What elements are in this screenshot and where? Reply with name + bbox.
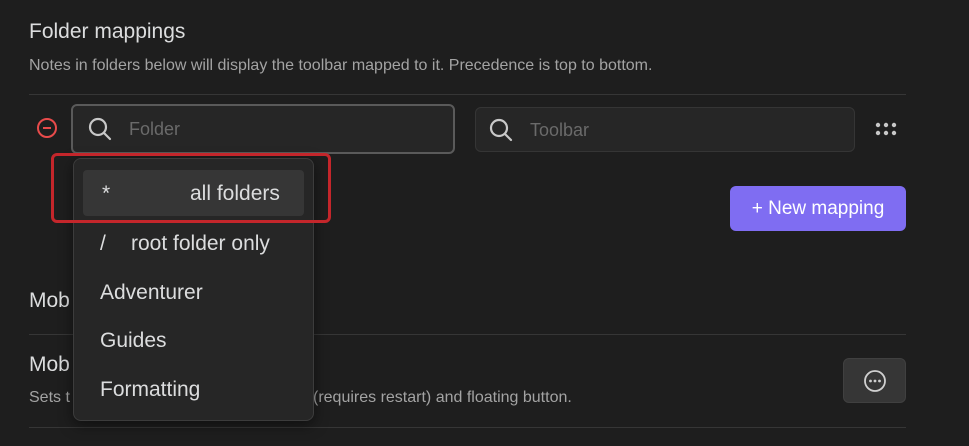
more-horizontal-icon xyxy=(864,370,886,392)
mobile-setting-description-start: Sets t xyxy=(29,389,70,406)
section-description: Notes in folders below will display the … xyxy=(29,57,653,74)
remove-mapping-icon[interactable] xyxy=(37,118,57,138)
option-guides[interactable]: Guides xyxy=(83,317,304,363)
folder-placeholder: Folder xyxy=(129,119,181,139)
option-root-folder[interactable]: / root folder only xyxy=(83,220,304,266)
section-title: Folder mappings xyxy=(29,20,186,43)
option-label: Adventurer xyxy=(100,281,203,304)
option-label: Guides xyxy=(100,329,167,352)
folder-search-input[interactable]: Folder xyxy=(71,104,455,154)
mobile-setting-title: Mob xyxy=(29,353,70,376)
search-icon xyxy=(88,117,112,141)
option-label: Formatting xyxy=(100,378,201,401)
divider xyxy=(29,94,906,95)
divider xyxy=(29,427,906,428)
toolbar-search-input[interactable]: Toolbar xyxy=(475,107,855,152)
new-mapping-button[interactable]: + New mapping xyxy=(730,186,906,231)
option-adventurer[interactable]: Adventurer xyxy=(83,269,304,315)
mobile-section-heading: Mob xyxy=(29,289,70,312)
annotation-highlight xyxy=(51,153,331,223)
search-icon xyxy=(489,118,513,142)
option-formatting[interactable]: Formatting xyxy=(83,366,304,412)
option-label: root folder only xyxy=(131,232,270,255)
toolbar-placeholder: Toolbar xyxy=(530,120,590,140)
option-symbol: / xyxy=(100,232,106,255)
mobile-setting-description-end: (requires restart) and floating button. xyxy=(313,389,572,406)
drag-handle-icon[interactable] xyxy=(874,121,898,137)
mobile-settings-more-button[interactable] xyxy=(843,358,906,403)
